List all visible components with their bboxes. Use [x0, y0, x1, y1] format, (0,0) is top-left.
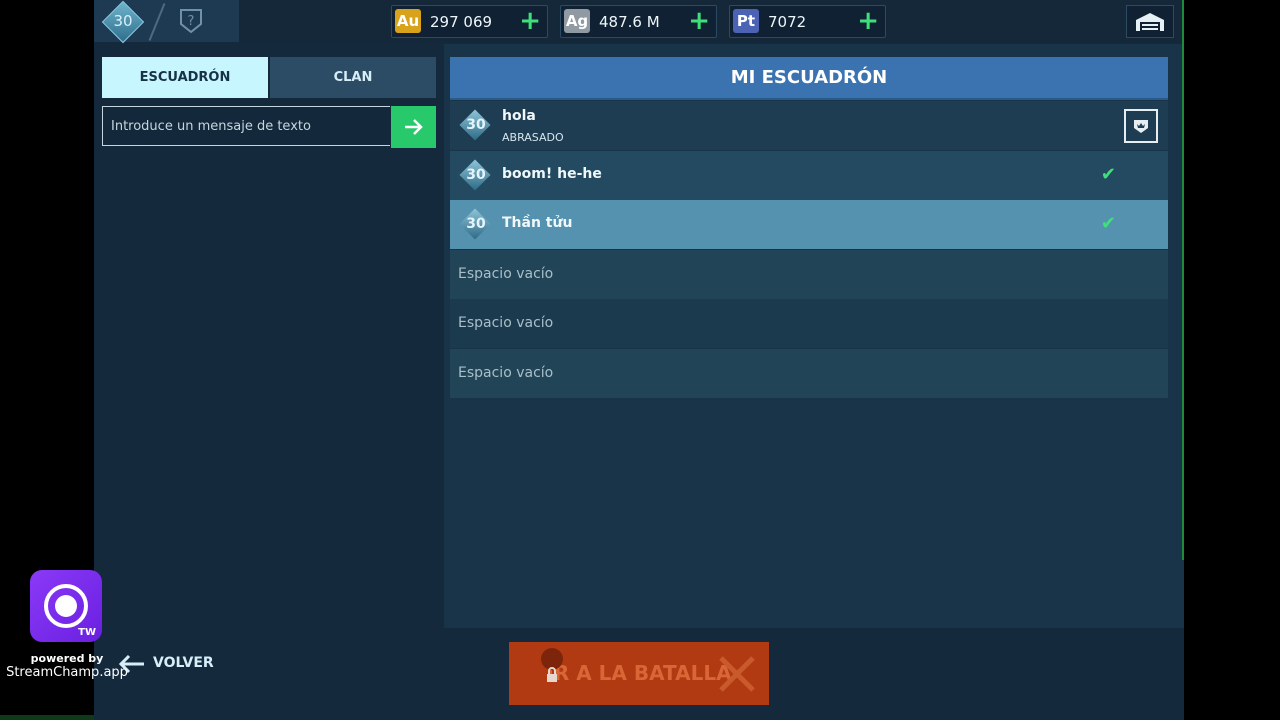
- gold-icon: Au: [395, 9, 421, 33]
- screen-edge: [1182, 0, 1184, 560]
- leader-crown-shield-icon: [1134, 120, 1148, 133]
- empty-slot-row[interactable]: Espacio vacío: [450, 349, 1168, 398]
- player-level-panel[interactable]: 30 ?: [94, 0, 239, 44]
- member-level: 30: [466, 167, 486, 183]
- squad-member-row[interactable]: 30 hola ABRASADO: [450, 101, 1168, 150]
- back-label: VOLVER: [153, 655, 214, 671]
- garage-button[interactable]: [1126, 5, 1174, 38]
- squad-member-row[interactable]: 30 Thần tửu ✔: [450, 200, 1168, 249]
- question-shield-icon[interactable]: ?: [178, 8, 204, 34]
- record-dot-icon: [55, 595, 77, 617]
- empty-slot-label: Espacio vacío: [458, 315, 554, 331]
- leader-button[interactable]: [1124, 109, 1158, 143]
- member-name: Thần tửu: [502, 215, 573, 231]
- tab-squad[interactable]: ESCUADRÓN: [102, 57, 268, 98]
- add-platinum-button[interactable]: +: [857, 7, 879, 35]
- platinum-value: 7072: [768, 13, 807, 31]
- streamchamp-brand: StreamChamp.app: [6, 665, 128, 680]
- go-to-battle-label: IR A LA BATALLA: [546, 661, 732, 685]
- powered-by-label: powered by: [30, 652, 104, 665]
- ready-check-icon: ✔: [1100, 213, 1116, 234]
- silver-icon: Ag: [564, 9, 590, 33]
- screen-edge: [0, 715, 94, 720]
- squad-title: MI ESCUADRÓN: [450, 57, 1168, 100]
- member-name: hola: [502, 108, 536, 124]
- add-gold-button[interactable]: +: [519, 7, 541, 35]
- powered-by-text: powered by StreamChamp.app: [0, 652, 134, 680]
- empty-slot-label: Espacio vacío: [458, 266, 554, 282]
- member-level: 30: [466, 216, 486, 232]
- currency-silver: Ag 487.6 M +: [560, 5, 717, 38]
- streamchamp-logo: TW: [30, 570, 102, 642]
- gold-value: 297 069: [430, 13, 493, 31]
- send-button[interactable]: [391, 106, 436, 148]
- ready-check-icon: ✔: [1100, 164, 1116, 185]
- chat-message-input[interactable]: [102, 106, 390, 146]
- tw-badge: TW: [78, 627, 96, 638]
- crossed-swords-icon: [719, 656, 755, 692]
- empty-slot-row[interactable]: Espacio vacío: [450, 299, 1168, 348]
- member-status: ABRASADO: [502, 131, 564, 144]
- divider: [148, 3, 166, 41]
- top-bar: 30 ? Au 297 069 + Ag 487.6 M + Pt 7072 +: [94, 0, 1184, 44]
- svg-text:?: ?: [188, 14, 195, 29]
- squad-member-row[interactable]: 30 boom! he-he ✔: [450, 151, 1168, 200]
- currency-gold: Au 297 069 +: [391, 5, 548, 38]
- add-silver-button[interactable]: +: [688, 7, 710, 35]
- member-name: boom! he-he: [502, 166, 602, 182]
- arrow-right-icon: [405, 119, 423, 135]
- platinum-icon: Pt: [733, 9, 759, 33]
- member-level: 30: [466, 117, 486, 133]
- garage-icon: [1136, 13, 1164, 31]
- tab-clan[interactable]: CLAN: [270, 57, 436, 98]
- silver-value: 487.6 M: [599, 13, 660, 31]
- lock-icon: [541, 648, 563, 682]
- empty-slot-label: Espacio vacío: [458, 365, 554, 381]
- game-screen: 30 ? Au 297 069 + Ag 487.6 M + Pt 7072 +: [94, 0, 1184, 720]
- player-level: 30: [113, 12, 133, 30]
- empty-slot-row[interactable]: Espacio vacío: [450, 250, 1168, 299]
- go-to-battle-button[interactable]: IR A LA BATALLA: [509, 642, 769, 705]
- currency-platinum: Pt 7072 +: [729, 5, 886, 38]
